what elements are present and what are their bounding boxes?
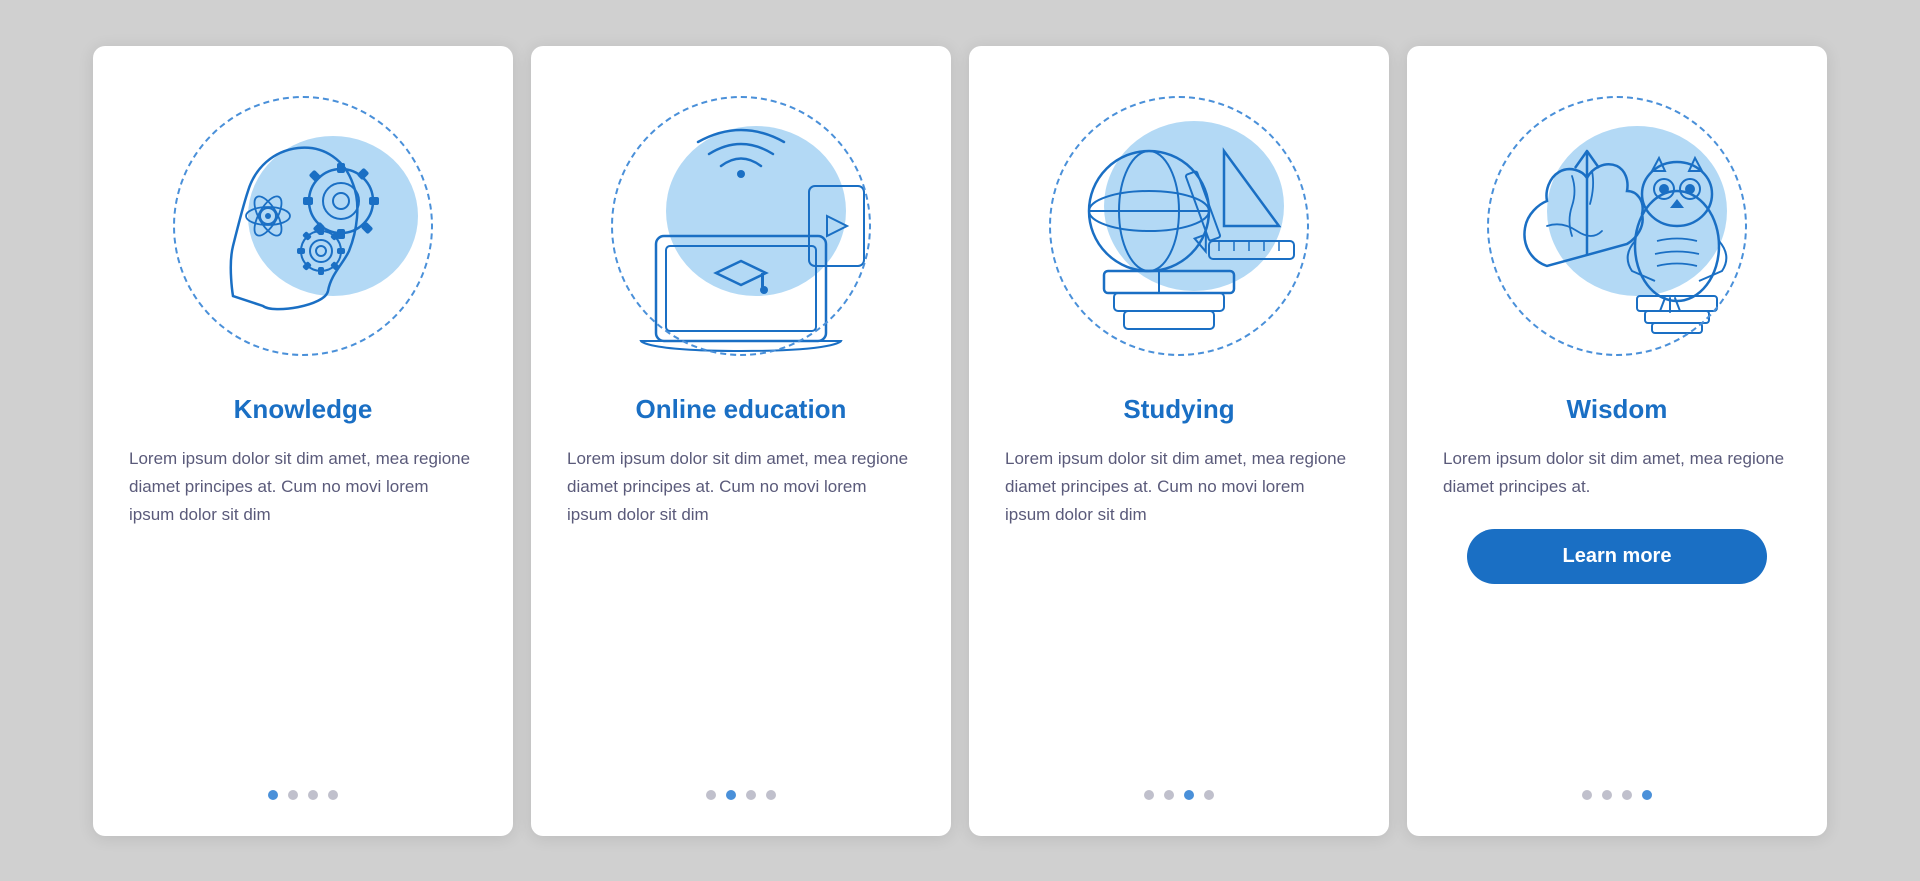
card-knowledge-illustration: [163, 86, 443, 366]
dot-3: [1622, 790, 1632, 800]
dot-2: [1602, 790, 1612, 800]
dot-3: [1184, 790, 1194, 800]
card-wisdom-illustration: [1477, 86, 1757, 366]
card-studying-illustration: [1039, 86, 1319, 366]
dot-3: [746, 790, 756, 800]
card-online-education-text: Lorem ipsum dolor sit dim amet, mea regi…: [567, 445, 915, 529]
dot-1: [1582, 790, 1592, 800]
card-online-education-title: Online education: [636, 394, 847, 425]
card-wisdom: Wisdom Lorem ipsum dolor sit dim amet, m…: [1407, 46, 1827, 836]
card-online-education: Online education Lorem ipsum dolor sit d…: [531, 46, 951, 836]
dot-3: [308, 790, 318, 800]
learn-more-button[interactable]: Learn more: [1467, 529, 1767, 584]
dot-4: [328, 790, 338, 800]
dashed-circle-knowledge: [173, 96, 433, 356]
card-studying: Studying Lorem ipsum dolor sit dim amet,…: [969, 46, 1389, 836]
dashed-circle-wisdom: [1487, 96, 1747, 356]
card-knowledge-text: Lorem ipsum dolor sit dim amet, mea regi…: [129, 445, 477, 529]
card-studying-text: Lorem ipsum dolor sit dim amet, mea regi…: [1005, 445, 1353, 529]
dot-4: [1204, 790, 1214, 800]
dot-2: [726, 790, 736, 800]
card-wisdom-title: Wisdom: [1567, 394, 1668, 425]
card-online-education-dots: [706, 780, 776, 800]
card-knowledge-dots: [268, 780, 338, 800]
dot-1: [1144, 790, 1154, 800]
dashed-circle-studying: [1049, 96, 1309, 356]
card-wisdom-dots: [1582, 780, 1652, 800]
card-wisdom-text: Lorem ipsum dolor sit dim amet, mea regi…: [1443, 445, 1791, 501]
dashed-circle-online-education: [611, 96, 871, 356]
dot-1: [268, 790, 278, 800]
card-studying-dots: [1144, 780, 1214, 800]
card-studying-title: Studying: [1123, 394, 1234, 425]
card-knowledge-title: Knowledge: [234, 394, 373, 425]
cards-container: Knowledge Lorem ipsum dolor sit dim amet…: [53, 6, 1867, 876]
dot-4: [766, 790, 776, 800]
dot-2: [288, 790, 298, 800]
card-knowledge: Knowledge Lorem ipsum dolor sit dim amet…: [93, 46, 513, 836]
dot-4: [1642, 790, 1652, 800]
dot-1: [706, 790, 716, 800]
card-online-education-illustration: [601, 86, 881, 366]
dot-2: [1164, 790, 1174, 800]
